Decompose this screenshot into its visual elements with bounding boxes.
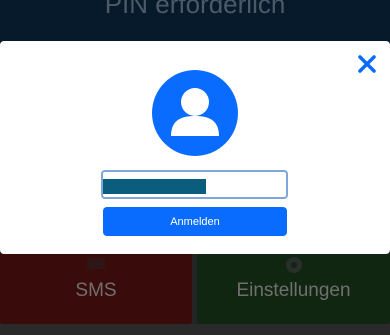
user-icon bbox=[171, 88, 219, 136]
login-button[interactable]: Anmelden bbox=[103, 207, 287, 236]
bottom-bar bbox=[0, 324, 390, 335]
close-button[interactable] bbox=[354, 51, 380, 77]
gear-icon bbox=[281, 256, 307, 280]
sms-tile-label: SMS bbox=[75, 280, 117, 301]
avatar bbox=[152, 70, 238, 156]
sms-tile[interactable]: SMS bbox=[0, 252, 192, 324]
settings-tile[interactable]: Einstellungen bbox=[197, 252, 390, 324]
message-icon bbox=[85, 256, 107, 280]
settings-tile-label: Einstellungen bbox=[236, 280, 351, 301]
pin-selection-highlight bbox=[103, 179, 206, 194]
page-header: PIN erforderlich bbox=[0, 0, 390, 45]
close-icon bbox=[358, 55, 376, 73]
page-title: PIN erforderlich bbox=[104, 0, 286, 19]
login-dialog: Anmelden bbox=[0, 41, 390, 254]
